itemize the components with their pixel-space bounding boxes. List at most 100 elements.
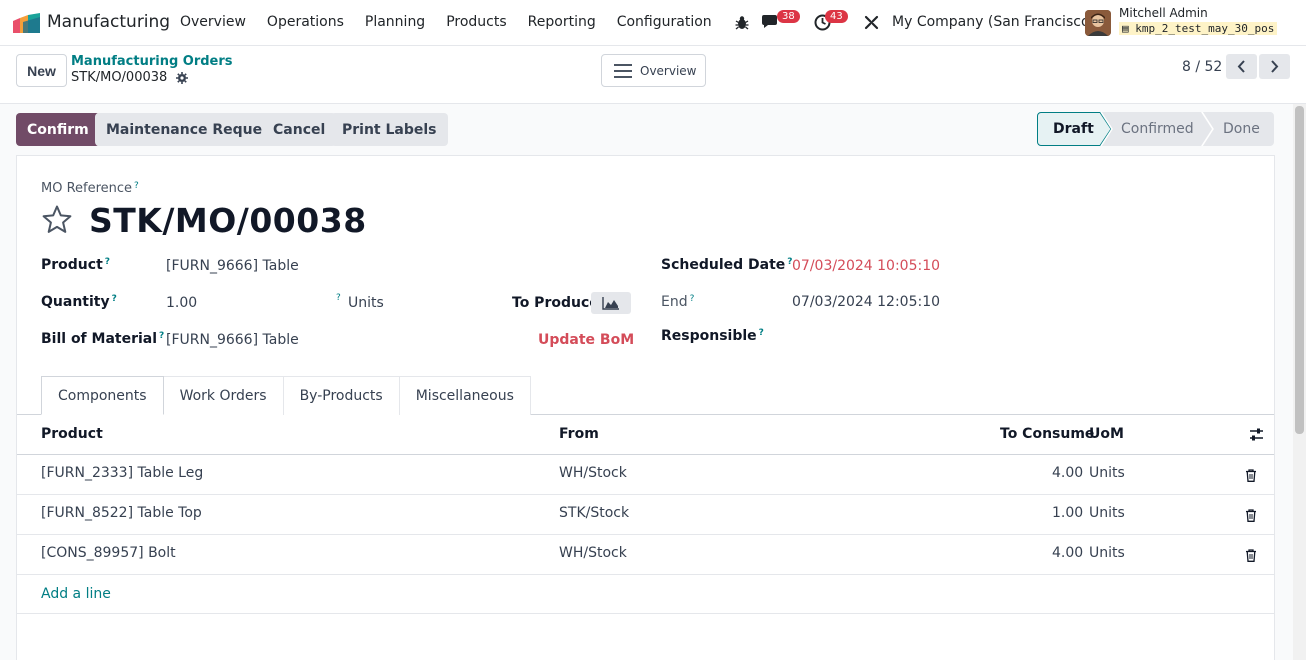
end-date-field[interactable]: 07/03/2024 12:05:10 — [792, 294, 940, 310]
delete-row-icon[interactable] — [1245, 549, 1257, 562]
page-scrollbar-thumb[interactable] — [1295, 106, 1304, 434]
menu-operations[interactable]: Operations — [267, 14, 344, 30]
database-name-text: kmp_2_test_may_30_pos — [1135, 22, 1275, 35]
mo-reference-label-text: MO Reference — [41, 181, 133, 196]
settings-tools-icon[interactable] — [864, 15, 879, 30]
add-line-row — [17, 575, 1274, 614]
row-to-consume[interactable]: 4.00 — [1052, 545, 1083, 561]
tab-by-products[interactable]: By-Products — [282, 376, 400, 415]
user-avatar[interactable] — [1085, 10, 1111, 36]
control-panel: New Manufacturing Orders STK/MO/00038 Ov… — [0, 46, 1306, 104]
activities-count-badge: 43 — [825, 10, 848, 23]
maintenance-request-button[interactable]: Maintenance Request — [95, 113, 289, 146]
stage-progress: Draft Confirmed Done — [1037, 112, 1274, 146]
quantity-label-text: Quantity — [41, 294, 110, 310]
row-from[interactable]: STK/Stock — [559, 505, 629, 521]
table-row[interactable]: [CONS_89957] Bolt WH/Stock 4.00 Units — [17, 535, 1274, 575]
menu-planning[interactable]: Planning — [365, 14, 425, 30]
table-row[interactable]: [FURN_2333] Table Leg WH/Stock 4.00 Unit… — [17, 455, 1274, 495]
delete-row-icon[interactable] — [1245, 469, 1257, 482]
cancel-button[interactable]: Cancel — [262, 113, 337, 146]
stage-done[interactable]: Done — [1223, 112, 1260, 146]
column-product[interactable]: Product — [41, 426, 103, 442]
help-mark[interactable]: ? — [112, 294, 117, 304]
area-chart-icon — [602, 296, 619, 310]
help-mark[interactable]: ? — [159, 331, 164, 341]
delete-row-icon[interactable] — [1245, 509, 1257, 522]
row-product[interactable]: [CONS_89957] Bolt — [41, 545, 176, 561]
column-from[interactable]: From — [559, 426, 599, 442]
pager-previous-button[interactable] — [1226, 54, 1257, 79]
stage-draft[interactable]: Draft — [1053, 112, 1094, 146]
breadcrumb-manufacturing-orders[interactable]: Manufacturing Orders — [71, 54, 233, 69]
row-uom[interactable]: Units — [1089, 505, 1125, 521]
user-name[interactable]: Mitchell Admin — [1119, 6, 1208, 20]
row-to-consume[interactable]: 4.00 — [1052, 465, 1083, 481]
table-row[interactable]: [FURN_8522] Table Top STK/Stock 1.00 Uni… — [17, 495, 1274, 535]
gear-icon[interactable] — [176, 72, 188, 84]
new-button[interactable]: New — [16, 54, 67, 87]
tab-miscellaneous[interactable]: Miscellaneous — [398, 376, 531, 415]
quantity-field[interactable]: 1.00 — [166, 295, 197, 311]
menu-configuration[interactable]: Configuration — [617, 14, 712, 30]
bug-icon[interactable] — [735, 15, 749, 30]
overview-button-label: Overview — [640, 63, 697, 78]
help-mark[interactable]: ? — [336, 293, 341, 303]
quantity-uom-field[interactable]: Units — [348, 295, 384, 311]
bill-of-material-field[interactable]: [FURN_9666] Table — [166, 332, 299, 348]
row-uom[interactable]: Units — [1089, 465, 1125, 481]
scheduled-date-label-text: Scheduled Date — [661, 257, 786, 273]
database-name: ▤ kmp_2_test_may_30_pos — [1119, 22, 1278, 35]
responsible-label: Responsible? — [661, 328, 764, 344]
menu-overview[interactable]: Overview — [180, 14, 246, 30]
mo-reference-title[interactable]: STK/MO/00038 — [89, 201, 367, 240]
update-bom-button[interactable]: Update BoM — [538, 332, 634, 348]
tab-components[interactable]: Components — [41, 376, 164, 415]
pager-value[interactable]: 8 / 52 — [1182, 59, 1222, 75]
tab-work-orders[interactable]: Work Orders — [162, 376, 284, 415]
notebook-tabs: Components Work Orders By-Products Misce… — [41, 376, 531, 415]
optional-columns-icon[interactable] — [1249, 428, 1264, 441]
product-field[interactable]: [FURN_9666] Table — [166, 258, 299, 274]
chevron-right-icon — [1271, 60, 1279, 73]
add-a-line-link[interactable]: Add a line — [41, 586, 111, 602]
help-mark[interactable]: ? — [105, 257, 110, 267]
mo-reference-label: MO Reference? — [41, 181, 139, 196]
row-from[interactable]: WH/Stock — [559, 465, 627, 481]
row-uom[interactable]: Units — [1089, 545, 1125, 561]
print-labels-button[interactable]: Print Labels — [331, 113, 448, 146]
product-label: Product? — [41, 257, 110, 273]
messages-count-badge: 38 — [777, 10, 800, 23]
menu-bars-icon — [614, 63, 632, 78]
row-product[interactable]: [FURN_8522] Table Top — [41, 505, 202, 521]
column-uom[interactable]: UoM — [1089, 426, 1124, 442]
menu-products[interactable]: Products — [446, 14, 506, 30]
chevron-left-icon — [1237, 60, 1245, 73]
menu-reporting[interactable]: Reporting — [528, 14, 596, 30]
company-switcher[interactable]: My Company (San Francisco) — [892, 14, 1095, 30]
pager-next-button[interactable] — [1259, 54, 1290, 79]
bill-of-material-label: Bill of Material? — [41, 331, 164, 347]
scheduled-date-field[interactable]: 07/03/2024 10:05:10 — [792, 258, 940, 274]
column-to-consume[interactable]: To Consume — [1000, 426, 1094, 442]
help-mark[interactable]: ? — [690, 294, 695, 304]
manufacturing-app-icon[interactable] — [13, 13, 40, 33]
status-bar: Confirm Maintenance Request Cancel Print… — [0, 104, 1306, 154]
row-from[interactable]: WH/Stock — [559, 545, 627, 561]
app-name[interactable]: Manufacturing — [47, 12, 170, 32]
end-label-text: End — [661, 294, 688, 310]
help-mark[interactable]: ? — [134, 181, 139, 191]
star-icon[interactable] — [41, 204, 73, 236]
forecast-chart-button[interactable] — [591, 292, 631, 314]
components-table-header: Product From To Consume UoM — [17, 415, 1274, 455]
overview-button[interactable]: Overview — [601, 54, 706, 87]
main-menu: Overview Operations Planning Products Re… — [180, 14, 733, 30]
row-product[interactable]: [FURN_2333] Table Leg — [41, 465, 203, 481]
bill-of-material-label-text: Bill of Material — [41, 331, 158, 347]
product-label-text: Product — [41, 257, 103, 273]
confirm-button[interactable]: Confirm — [16, 113, 100, 146]
responsible-label-text: Responsible — [661, 328, 757, 344]
stage-confirmed[interactable]: Confirmed — [1121, 112, 1194, 146]
row-to-consume[interactable]: 1.00 — [1052, 505, 1083, 521]
help-mark[interactable]: ? — [759, 328, 764, 338]
